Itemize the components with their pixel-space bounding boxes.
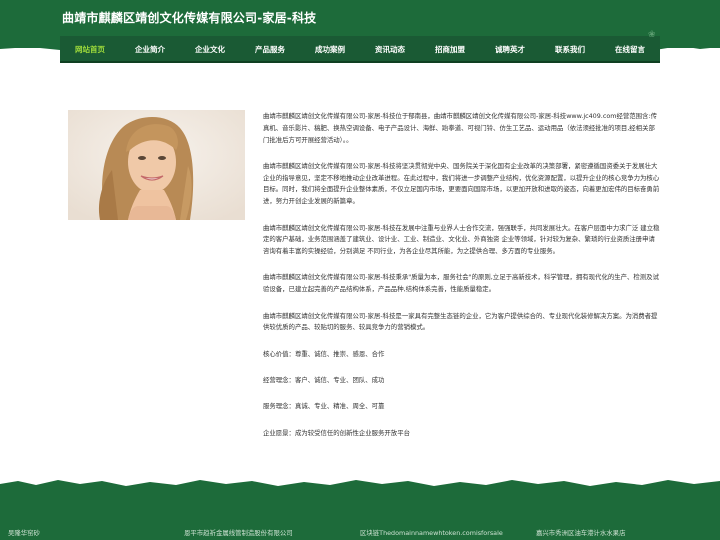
portrait-illustration: [68, 110, 245, 220]
nav-item-careers[interactable]: 诚聘英才: [480, 36, 540, 61]
nav-item-cases[interactable]: 成功案例: [300, 36, 360, 61]
company-intro-paragraph: 曲靖市麒麟区靖创文化传媒有限公司-家居-科技位于郁南县，曲靖市麒麟区靖创文化传媒…: [263, 112, 657, 144]
footer-link-4[interactable]: 嘉兴市秀洲区油车港计水水果店: [536, 528, 625, 537]
nav-item-franchise[interactable]: 招商加盟: [420, 36, 480, 61]
footer-link-2[interactable]: 恩平市趋祈金属线管制造股份有限公司: [184, 528, 293, 537]
site-title: 曲靖市麒麟区靖创文化传媒有限公司-家居-科技: [62, 11, 317, 25]
nav-item-products[interactable]: 产品服务: [240, 36, 300, 61]
business-philosophy-text: 经营理念：客户、诚信、专业、团队、成功: [263, 375, 385, 384]
nav-item-contact[interactable]: 联系我们: [540, 36, 600, 61]
nav-item-news[interactable]: 资讯动态: [360, 36, 420, 61]
footer-link-1[interactable]: 吴隆华窑砂: [8, 528, 40, 537]
nav-item-about[interactable]: 企业简介: [120, 36, 180, 61]
woman-portrait-image: [68, 110, 245, 220]
quality-paragraph: 曲靖市麒麟区靖创文化传媒有限公司-家居-科技秉承"质量为本，服务社会"的原则,立…: [263, 273, 659, 294]
company-vision-text: 企业愿景：成为较受信任的创新性企业服务开放平台: [263, 428, 410, 437]
nav-item-home[interactable]: 网站首页: [60, 36, 120, 61]
core-values-text: 核心价值：尊重、诚信、推崇、感恩、合作: [263, 349, 385, 358]
main-content: 曲靖市麒麟区靖创文化传媒有限公司-家居-科技位于郁南县，曲靖市麒麟区靖创文化传媒…: [263, 111, 660, 454]
footer-link-3[interactable]: 区块链Thedomainnamewhtoken.comisforsale: [360, 528, 503, 537]
nav-item-culture[interactable]: 企业文化: [180, 36, 240, 61]
main-nav: 网站首页 企业简介 企业文化 产品服务 成功案例 资讯动态 招商加盟 诚聘英才 …: [60, 36, 660, 63]
service-philosophy-text: 服务理念：真诚、专业、精准、周全、可靠: [263, 402, 385, 411]
cooperation-paragraph: 曲靖市麒麟区靖创文化传媒有限公司-家居-科技在发展中注重与业界人士合作交流，强强…: [263, 223, 660, 256]
ecosystem-paragraph: 曲靖市麒麟区靖创文化传媒有限公司-家居-科技是一家具有完整生态链的企业，它为客户…: [263, 311, 658, 332]
flower-icon: ❀: [648, 30, 656, 40]
reform-paragraph: 曲靖市麒麟区靖创文化传媒有限公司-家居-科技将坚决贯彻党中央、国务院关于深化国有…: [263, 161, 660, 206]
